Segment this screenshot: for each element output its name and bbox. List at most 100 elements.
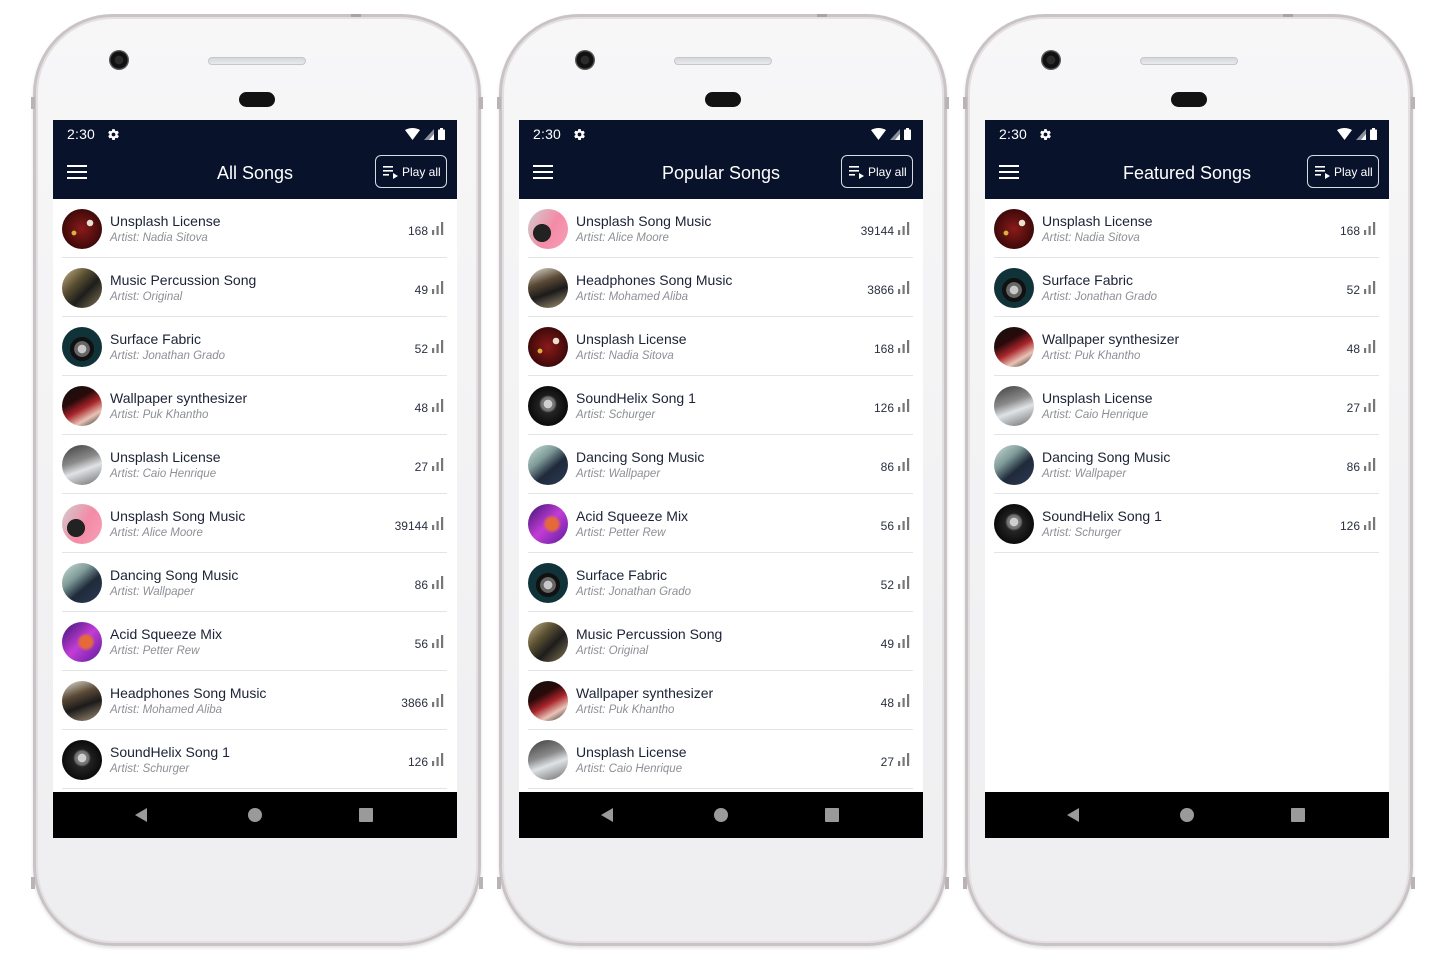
album-art-thumbnail [528, 504, 568, 544]
album-art-thumbnail [994, 386, 1034, 426]
song-list-item[interactable]: Music Percussion Song Artist: Original 4… [528, 612, 913, 671]
play-count: 86 [1346, 460, 1360, 474]
play-all-button[interactable]: Play all [375, 155, 447, 188]
play-count: 52 [1346, 283, 1360, 297]
back-nav-icon[interactable] [601, 808, 613, 822]
bar-chart-icon [898, 222, 910, 235]
gear-icon [108, 128, 119, 140]
album-art-thumbnail [994, 504, 1034, 544]
song-list-item[interactable]: Dancing Song Music Artist: Wallpaper 86 [994, 435, 1379, 494]
song-artist: Artist: Wallpaper [110, 586, 195, 598]
song-title: Unsplash License [1042, 213, 1153, 229]
play-all-button[interactable]: Play all [1307, 155, 1379, 188]
song-list-item[interactable]: Wallpaper synthesizer Artist: Puk Khanth… [994, 317, 1379, 376]
song-artist: Artist: Caio Henrique [1042, 409, 1149, 421]
back-nav-icon[interactable] [135, 808, 147, 822]
song-list-item[interactable]: Surface Fabric Artist: Jonathan Grado 52 [528, 553, 913, 612]
bar-chart-icon [432, 576, 444, 589]
song-list-item[interactable]: Unsplash Song Music Artist: Alice Moore … [62, 494, 447, 553]
status-bar: 2:30 [985, 120, 1389, 148]
bar-chart-icon [432, 635, 444, 648]
status-time: 2:30 [533, 126, 562, 142]
song-list-item[interactable]: SoundHelix Song 1 Artist: Schurger 126 [528, 376, 913, 435]
bar-chart-icon [432, 694, 444, 707]
album-art-thumbnail [62, 681, 102, 721]
album-art-thumbnail [528, 622, 568, 662]
song-list-item[interactable]: Dancing Song Music Artist: Wallpaper 86 [62, 553, 447, 612]
play-count: 126 [407, 755, 428, 769]
album-art-thumbnail [528, 268, 568, 308]
song-list-item[interactable]: Music Percussion Song Artist: Original 4… [62, 258, 447, 317]
song-list-item[interactable]: Surface Fabric Artist: Jonathan Grado 52 [994, 258, 1379, 317]
song-title: SoundHelix Song 1 [1042, 508, 1162, 524]
song-list-item[interactable]: Acid Squeeze Mix Artist: Petter Rew 56 [62, 612, 447, 671]
song-list-item[interactable]: SoundHelix Song 1 Artist: Schurger 126 [994, 494, 1379, 553]
song-title: Music Percussion Song [576, 626, 723, 642]
bar-chart-icon [432, 753, 444, 766]
song-title: Acid Squeeze Mix [576, 508, 689, 524]
song-list-item[interactable]: Wallpaper synthesizer Artist: Puk Khanth… [62, 376, 447, 435]
recents-nav-icon[interactable] [1291, 808, 1305, 822]
song-list-item[interactable]: Dancing Song Music Artist: Wallpaper 86 [528, 435, 913, 494]
phone-top-button [817, 14, 827, 17]
song-title: Dancing Song Music [1042, 449, 1171, 465]
album-art-thumbnail [62, 209, 102, 249]
song-title: Surface Fabric [110, 331, 202, 347]
song-list-item[interactable]: Headphones Song Music Artist: Mohamed Al… [528, 258, 913, 317]
album-art-thumbnail [62, 268, 102, 308]
play-count: 39144 [860, 224, 894, 238]
playlist-play-icon [383, 165, 398, 179]
recents-nav-icon[interactable] [359, 808, 373, 822]
song-list-item[interactable]: Unsplash License Artist: Nadia Sitova 16… [994, 199, 1379, 258]
status-bar: 2:30 [53, 120, 457, 148]
gear-icon [574, 128, 585, 140]
song-artist: Artist: Wallpaper [1042, 468, 1127, 480]
signal-icon [890, 128, 900, 140]
song-title: Wallpaper synthesizer [110, 390, 248, 406]
bar-chart-icon [432, 340, 444, 353]
play-all-button[interactable]: Play all [841, 155, 913, 188]
phone-side-button [1411, 877, 1415, 889]
album-art-thumbnail [62, 445, 102, 485]
album-art-thumbnail [62, 386, 102, 426]
battery-icon [438, 128, 445, 140]
home-nav-icon[interactable] [248, 808, 262, 822]
status-bar: 2:30 [519, 120, 923, 148]
song-list-item[interactable]: Surface Fabric Artist: Jonathan Grado 52 [62, 317, 447, 376]
status-time: 2:30 [999, 126, 1028, 142]
play-count: 52 [414, 342, 428, 356]
song-title: Unsplash License [576, 331, 687, 347]
play-count: 27 [414, 460, 428, 474]
song-artist: Artist: Schurger [576, 409, 656, 421]
home-nav-icon[interactable] [714, 808, 728, 822]
song-list-item[interactable]: Unsplash License Artist: Nadia Sitova 16… [62, 199, 447, 258]
song-list-item[interactable]: Unsplash License Artist: Caio Henrique 2… [528, 730, 913, 789]
home-nav-icon[interactable] [1180, 808, 1194, 822]
bar-chart-icon [1364, 340, 1376, 353]
status-time: 2:30 [67, 126, 96, 142]
front-camera [109, 50, 129, 70]
song-list-item[interactable]: Wallpaper synthesizer Artist: Puk Khanth… [528, 671, 913, 730]
phone-side-button [1411, 97, 1415, 109]
song-artist: Artist: Caio Henrique [576, 763, 683, 775]
song-list-item[interactable]: SoundHelix Song 1 Artist: Schurger 126 [62, 730, 447, 789]
song-artist: Artist: Mohamed Aliba [576, 291, 689, 303]
bar-chart-icon [898, 340, 910, 353]
song-list-item[interactable]: Unsplash Song Music Artist: Alice Moore … [528, 199, 913, 258]
back-nav-icon[interactable] [1067, 808, 1079, 822]
song-list-item[interactable]: Unsplash License Artist: Nadia Sitova 16… [528, 317, 913, 376]
song-artist: Artist: Caio Henrique [110, 468, 217, 480]
song-list-item[interactable]: Unsplash License Artist: Caio Henrique 2… [994, 376, 1379, 435]
recents-nav-icon[interactable] [825, 808, 839, 822]
song-list: Unsplash License Artist: Nadia Sitova 16… [53, 199, 457, 789]
song-artist: Artist: Puk Khantho [1042, 350, 1141, 362]
bar-chart-icon [432, 281, 444, 294]
song-title: Surface Fabric [1042, 272, 1134, 288]
song-list-item[interactable]: Headphones Song Music Artist: Mohamed Al… [62, 671, 447, 730]
play-count: 168 [407, 224, 428, 238]
song-list-item[interactable]: Unsplash License Artist: Caio Henrique 2… [62, 435, 447, 494]
song-list-item[interactable]: Acid Squeeze Mix Artist: Petter Rew 56 [528, 494, 913, 553]
bar-chart-icon [898, 576, 910, 589]
play-count: 168 [873, 342, 894, 356]
song-list: Unsplash License Artist: Nadia Sitova 16… [985, 199, 1389, 553]
